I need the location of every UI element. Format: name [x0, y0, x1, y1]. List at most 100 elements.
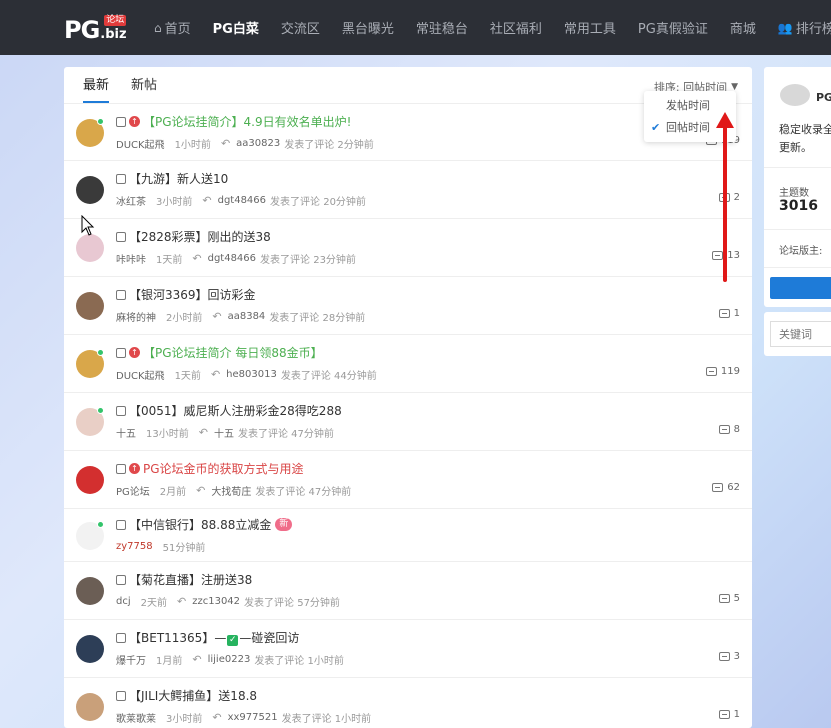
last-replier[interactable]: dgt48466	[218, 195, 266, 206]
last-replier[interactable]: aa8384	[228, 311, 266, 322]
nav-item-1[interactable]: PG白菜	[213, 18, 259, 37]
thread-title[interactable]: PG论坛金币的获取方式与用途	[143, 460, 304, 477]
thread-title[interactable]: 【银河3369】回访彩金	[129, 286, 256, 303]
select-checkbox[interactable]	[116, 347, 126, 358]
last-replier[interactable]: aa30823	[236, 138, 280, 149]
thread-row[interactable]: 【2828彩票】刚出的送38 咔咔咔 1天前 ↶ dgt48466 发表了评论 23分钟前…	[64, 219, 752, 277]
select-checkbox[interactable]	[116, 574, 126, 585]
thread-row[interactable]: ↑ PG论坛金币的获取方式与用途 PG论坛 2月前 ↶ 大找荀庄 发表了评论 47分钟前 62	[64, 451, 752, 509]
thread-row[interactable]: 【BET11365】— ✓ —碰瓷回访 爆千万 1月前 ↶ lijie0223 发表了评论 1…	[64, 620, 752, 678]
last-replier[interactable]: 大找荀庄	[211, 483, 251, 498]
thread-row[interactable]: 【九游】新人送10 冰红茶 3小时前 ↶ dgt48466 发表了评论 20分钟前 2	[64, 161, 752, 219]
thread-row[interactable]: 【0051】威尼斯人注册彩金28得吃288 十五 13小时前 ↶ 十五 发表了评论 47分…	[64, 393, 752, 451]
thread-row[interactable]: 【中信银行】88.88立减金新 zy7758 51分钟前	[64, 509, 752, 562]
post-button[interactable]	[770, 277, 831, 299]
select-checkbox[interactable]	[116, 173, 126, 184]
thread-title[interactable]: 【PG论坛挂简介 每日领88金币】	[143, 344, 323, 361]
last-replier[interactable]: 十五	[214, 425, 234, 440]
thread-meta-line: zy7758 51分钟前	[116, 539, 215, 554]
thread-meta-line: PG论坛 2月前 ↶ 大找荀庄 发表了评论 47分钟前	[116, 483, 351, 498]
thread-title[interactable]: 【JILI大鳄捕鱼】送18.8	[129, 687, 257, 704]
thread-row[interactable]: 【银河3369】回访彩金 麻将的神 2小时前 ↶ aa8384 发表了评论 28分钟前 1	[64, 277, 752, 335]
nav-item-label: 常用工具	[563, 22, 616, 37]
comment-count: 1	[718, 308, 740, 319]
thread-title[interactable]: 【2828彩票】刚出的送38	[129, 228, 271, 245]
site-logo[interactable]: PG 论坛 .biz	[64, 15, 130, 43]
comment-count-value: 119	[720, 366, 740, 377]
nav-item-0[interactable]: ⌂ 首页	[154, 18, 191, 38]
reply-time: 发表了评论 47分钟前	[237, 429, 334, 440]
thread-title[interactable]: 【BET11365】— ✓ —碰瓷回访	[129, 629, 299, 646]
thread-title[interactable]: 【九游】新人送10	[129, 170, 228, 187]
check-icon: ✔	[651, 121, 661, 134]
select-checkbox[interactable]	[116, 231, 126, 242]
avatar[interactable]	[76, 577, 104, 605]
thread-title[interactable]: 【0051】威尼斯人注册彩金28得吃288	[129, 402, 342, 419]
author-name[interactable]: 麻将的神	[116, 309, 156, 324]
nav-item-label: 常驻稳台	[415, 22, 468, 37]
reply-time: 发表了评论 44分钟前	[280, 371, 377, 382]
thread-row[interactable]: ↑ 【PG论坛挂简介 每日领88金币】 DUCK起飛 1天前 ↶ he803013 发表了评…	[64, 335, 752, 393]
nav-item-8[interactable]: 商城	[730, 18, 756, 37]
last-replier[interactable]: dgt48466	[208, 253, 256, 264]
author-name[interactable]: PG论坛	[116, 483, 150, 498]
logo-text: PG	[64, 16, 100, 44]
tab-0[interactable]: 最新	[83, 67, 110, 103]
nav-item-4[interactable]: 常驻稳台	[416, 18, 468, 37]
author-name[interactable]: DUCK起飛	[116, 367, 165, 382]
avatar[interactable]	[76, 466, 104, 494]
thread-row[interactable]: 【JILI大鳄捕鱼】送18.8 歌莱歌莱 3小时前 ↶ xx977521 发表了评论 1小…	[64, 678, 752, 728]
avatar[interactable]	[76, 693, 104, 721]
comment-icon	[718, 594, 730, 603]
nav-item-7[interactable]: PG真假验证	[638, 18, 708, 37]
reply-time: 发表了评论 47分钟前	[255, 487, 352, 498]
author-name[interactable]: DUCK起飛	[116, 136, 165, 151]
last-replier[interactable]: zzc13042	[192, 596, 240, 607]
author-name[interactable]: 十五	[116, 425, 136, 440]
select-checkbox[interactable]	[116, 116, 126, 127]
author-name[interactable]: zy7758	[116, 541, 153, 552]
avatar[interactable]	[76, 176, 104, 204]
tab-1[interactable]: 新帖	[131, 67, 157, 103]
last-replier[interactable]: lijie0223	[208, 654, 251, 665]
author-name[interactable]: 歌莱歌莱	[116, 710, 156, 725]
home-icon: ⌂	[154, 20, 162, 35]
divider	[764, 229, 831, 230]
select-checkbox[interactable]	[116, 405, 126, 416]
author-name[interactable]: 爆千万	[116, 652, 146, 667]
nav-item-3[interactable]: 黑台曝光	[342, 18, 394, 37]
thread-title[interactable]: 【PG论坛挂简介】4.9日有效名单出炉!	[143, 113, 351, 130]
select-checkbox[interactable]	[116, 289, 126, 300]
author-name[interactable]: 冰红茶	[116, 193, 146, 208]
new-badge: 新	[275, 518, 293, 531]
last-replier[interactable]: xx977521	[228, 712, 278, 723]
author-name[interactable]: 咔咔咔	[116, 251, 146, 266]
avatar[interactable]	[76, 635, 104, 663]
keyword-search-input[interactable]	[770, 321, 831, 347]
thread-title[interactable]: 【菊花直播】注册送38	[129, 571, 252, 588]
thread-row[interactable]: 【菊花直播】注册送38 dcj 2天前 ↶ zzc13042 发表了评论 57分钟前 5	[64, 562, 752, 620]
thread-meta-line: 十五 13小时前 ↶ 十五 发表了评论 47分钟前	[116, 425, 334, 440]
reply-time: 发表了评论 20分钟前	[270, 197, 366, 208]
forum-description: 稳定收录全更新。	[779, 123, 831, 154]
comment-icon	[718, 652, 730, 661]
select-checkbox[interactable]	[116, 632, 126, 643]
select-checkbox[interactable]	[116, 519, 126, 530]
post-time: 2天前	[140, 598, 167, 609]
last-replier[interactable]: he803013	[226, 369, 277, 380]
nav-item-2[interactable]: 交流区	[281, 18, 320, 37]
nav-item-label: 商城	[729, 22, 756, 37]
thread-title-part: 【BET11365】—	[129, 631, 227, 645]
nav-item-5[interactable]: 社区福利	[490, 18, 542, 37]
author-name[interactable]: dcj	[116, 596, 131, 607]
avatar[interactable]	[76, 234, 104, 262]
thread-title[interactable]: 【中信银行】88.88立减金	[129, 516, 271, 533]
select-checkbox[interactable]	[116, 463, 126, 474]
nav-item-6[interactable]: 常用工具	[564, 18, 616, 37]
nav-item-9[interactable]: 👥 排行榜	[778, 18, 831, 38]
post-time: 2小时前	[166, 313, 203, 324]
nav-item-label: PG真假验证	[637, 22, 708, 37]
comment-icon	[718, 425, 730, 434]
avatar[interactable]	[76, 292, 104, 320]
select-checkbox[interactable]	[116, 690, 126, 701]
